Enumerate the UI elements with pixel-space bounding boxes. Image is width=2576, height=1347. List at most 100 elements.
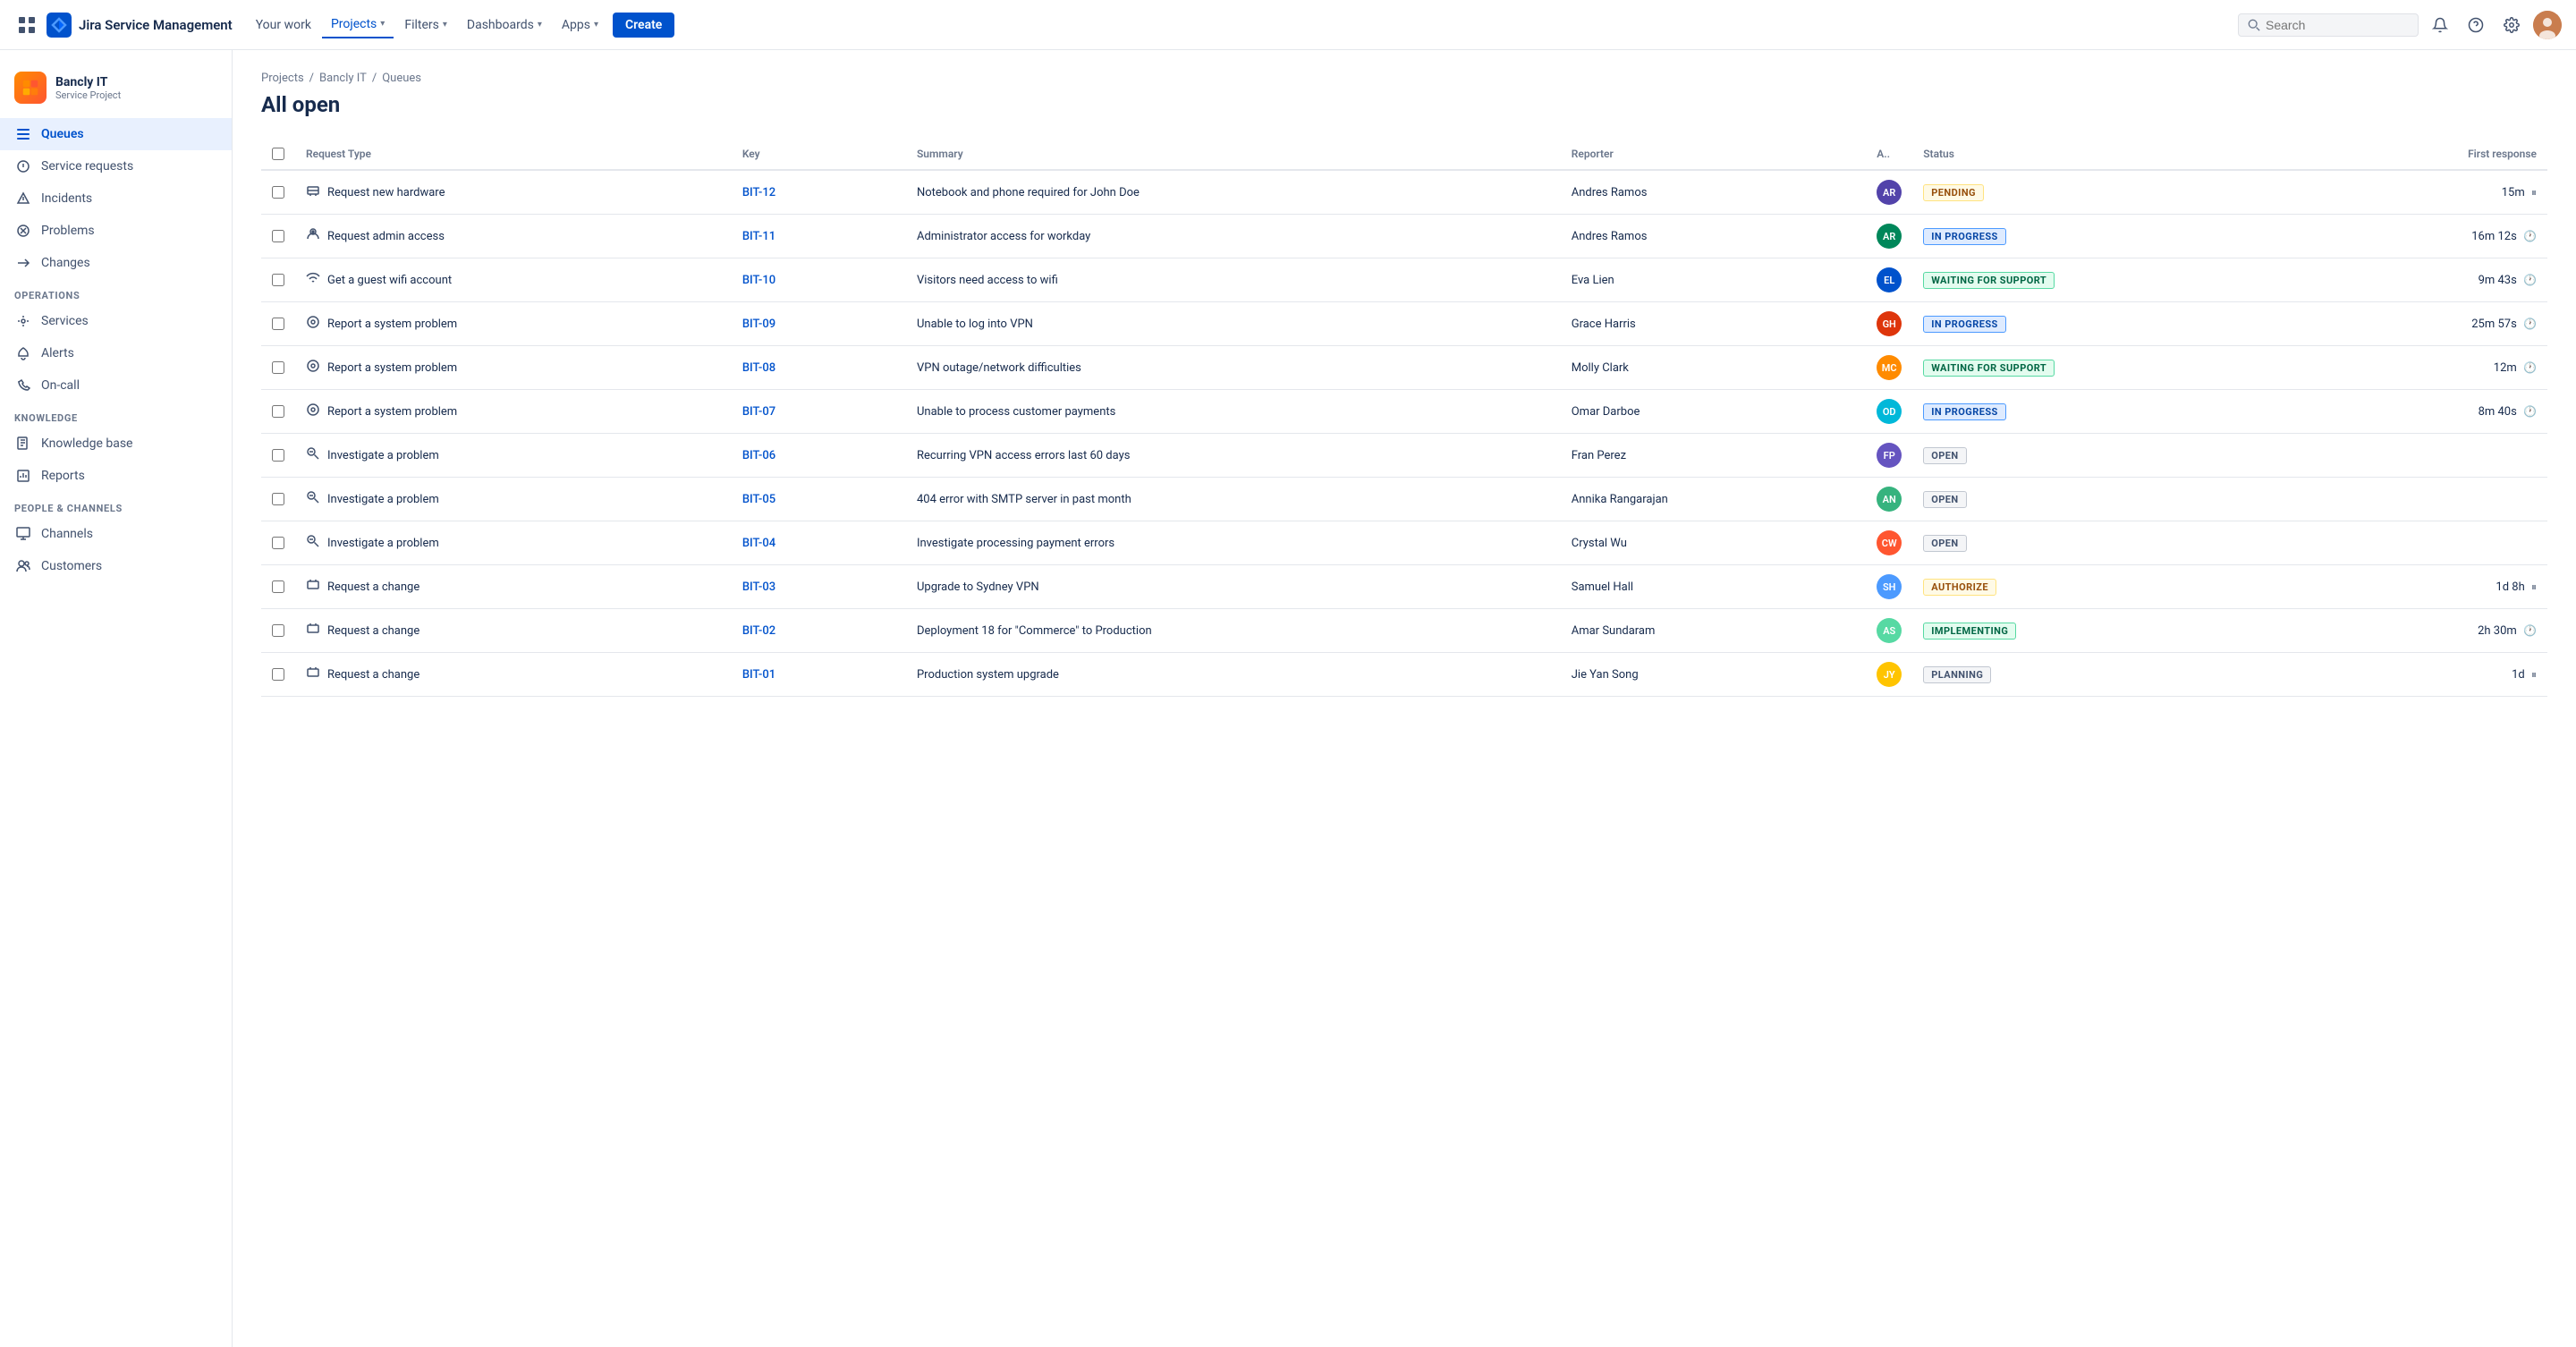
row-checkbox[interactable] xyxy=(272,274,284,286)
first-response-cell xyxy=(2285,478,2547,521)
status-cell: IN PROGRESS xyxy=(1912,215,2285,258)
summary-text: Recurring VPN access errors last 60 days xyxy=(917,449,1131,462)
incidents-label: Incidents xyxy=(41,191,92,206)
nav-your-work[interactable]: Your work xyxy=(247,13,320,38)
assignee-cell: FP xyxy=(1866,434,1912,478)
channels-icon xyxy=(14,525,32,543)
create-button[interactable]: Create xyxy=(613,13,674,38)
first-response-cell: 9m 43s 🕐 xyxy=(2285,258,2547,302)
key-cell: BIT-10 xyxy=(732,258,906,302)
search-box[interactable] xyxy=(2238,13,2419,37)
type-label: Get a guest wifi account xyxy=(327,274,452,287)
request-type-cell: Report a system problem xyxy=(295,346,732,390)
row-checkbox-cell xyxy=(261,170,295,215)
reporter-cell: Jie Yan Song xyxy=(1561,653,1866,697)
issue-key[interactable]: BIT-08 xyxy=(742,361,775,375)
status-badge: WAITING FOR SUPPORT xyxy=(1923,272,2055,289)
row-checkbox-cell xyxy=(261,653,295,697)
logo[interactable]: Jira Service Management xyxy=(47,13,233,38)
row-checkbox[interactable] xyxy=(272,624,284,637)
sidebar-item-queues[interactable]: Queues xyxy=(0,118,232,150)
key-cell: BIT-03 xyxy=(732,565,906,609)
sidebar-item-channels[interactable]: Channels xyxy=(0,518,232,550)
status-cell: IN PROGRESS xyxy=(1912,390,2285,434)
notifications-button[interactable] xyxy=(2426,11,2454,39)
reports-label: Reports xyxy=(41,469,85,483)
row-checkbox[interactable] xyxy=(272,668,284,681)
row-checkbox-cell xyxy=(261,521,295,565)
row-checkbox[interactable] xyxy=(272,186,284,199)
issue-key[interactable]: BIT-03 xyxy=(742,580,775,594)
sidebar-item-alerts[interactable]: Alerts xyxy=(0,337,232,369)
sidebar-item-knowledge-base[interactable]: Knowledge base xyxy=(0,428,232,460)
reporter-name: Andres Ramos xyxy=(1572,186,1648,199)
row-checkbox[interactable] xyxy=(272,230,284,242)
app-grid-button[interactable] xyxy=(14,13,39,38)
assignee-cell: AR xyxy=(1866,170,1912,215)
assignee-avatar: AN xyxy=(1877,487,1902,512)
status-badge: IMPLEMENTING xyxy=(1923,623,2016,640)
main-nav: Your work Projects ▾ Filters ▾ Dashboard… xyxy=(247,12,675,38)
summary-cell: Administrator access for workday xyxy=(906,215,1561,258)
row-checkbox[interactable] xyxy=(272,537,284,549)
row-checkbox[interactable] xyxy=(272,405,284,418)
issue-key[interactable]: BIT-05 xyxy=(742,493,775,506)
sidebar-item-incidents[interactable]: Incidents xyxy=(0,182,232,215)
summary-cell: Investigate processing payment errors xyxy=(906,521,1561,565)
type-icon xyxy=(306,665,320,683)
issue-key[interactable]: BIT-07 xyxy=(742,405,775,419)
sidebar-item-service-requests[interactable]: Service requests xyxy=(0,150,232,182)
sidebar-item-services[interactable]: Services xyxy=(0,305,232,337)
settings-button[interactable] xyxy=(2497,11,2526,39)
status-badge: OPEN xyxy=(1923,491,1966,508)
type-icon xyxy=(306,490,320,508)
row-checkbox-cell xyxy=(261,258,295,302)
status-badge: IN PROGRESS xyxy=(1923,316,2006,333)
main-layout: Bancly IT Service Project Queues Service… xyxy=(0,0,2576,1347)
row-checkbox[interactable] xyxy=(272,318,284,330)
nav-apps[interactable]: Apps ▾ xyxy=(553,13,607,38)
user-avatar[interactable] xyxy=(2533,11,2562,39)
issue-key[interactable]: BIT-01 xyxy=(742,668,775,682)
sidebar-item-changes[interactable]: Changes xyxy=(0,247,232,279)
issue-key[interactable]: BIT-12 xyxy=(742,186,775,199)
type-label: Report a system problem xyxy=(327,318,457,331)
issue-key[interactable]: BIT-02 xyxy=(742,624,775,638)
row-checkbox[interactable] xyxy=(272,493,284,505)
sidebar-item-problems[interactable]: Problems xyxy=(0,215,232,247)
row-checkbox[interactable] xyxy=(272,361,284,374)
nav-projects[interactable]: Projects ▾ xyxy=(322,12,394,38)
select-all-checkbox[interactable] xyxy=(272,148,284,160)
changes-icon xyxy=(14,254,32,272)
type-label: Report a system problem xyxy=(327,405,457,419)
status-badge: AUTHORIZE xyxy=(1923,579,1996,596)
issue-key[interactable]: BIT-04 xyxy=(742,537,775,550)
row-checkbox[interactable] xyxy=(272,449,284,462)
issue-key[interactable]: BIT-11 xyxy=(742,230,775,243)
table-row: Request new hardware BIT-12 Notebook and… xyxy=(261,170,2547,215)
sidebar-item-reports[interactable]: Reports xyxy=(0,460,232,492)
service-requests-icon xyxy=(14,157,32,175)
project-header[interactable]: Bancly IT Service Project xyxy=(0,64,232,118)
row-checkbox[interactable] xyxy=(272,580,284,593)
nav-dashboards[interactable]: Dashboards ▾ xyxy=(458,13,551,38)
issue-key[interactable]: BIT-06 xyxy=(742,449,775,462)
breadcrumb-projects[interactable]: Projects xyxy=(261,72,304,85)
assignee-avatar: AR xyxy=(1877,224,1902,249)
sidebar-item-customers[interactable]: Customers xyxy=(0,550,232,582)
sidebar-item-on-call[interactable]: On-call xyxy=(0,369,232,402)
reporter-name: Molly Clark xyxy=(1572,361,1629,375)
issue-key[interactable]: BIT-09 xyxy=(742,318,775,331)
assignee-avatar: AR xyxy=(1877,180,1902,205)
nav-filters[interactable]: Filters ▾ xyxy=(395,13,456,38)
clock-icon: 🕐 xyxy=(2523,274,2537,286)
project-info: Bancly IT Service Project xyxy=(55,75,121,101)
table-row: Investigate a problem BIT-05 404 error w… xyxy=(261,478,2547,521)
help-button[interactable] xyxy=(2462,11,2490,39)
search-input[interactable] xyxy=(2266,18,2409,32)
table-row: Investigate a problem BIT-04 Investigate… xyxy=(261,521,2547,565)
key-cell: BIT-02 xyxy=(732,609,906,653)
row-checkbox-cell xyxy=(261,346,295,390)
breadcrumb-bancly-it[interactable]: Bancly IT xyxy=(319,72,367,85)
issue-key[interactable]: BIT-10 xyxy=(742,274,775,287)
